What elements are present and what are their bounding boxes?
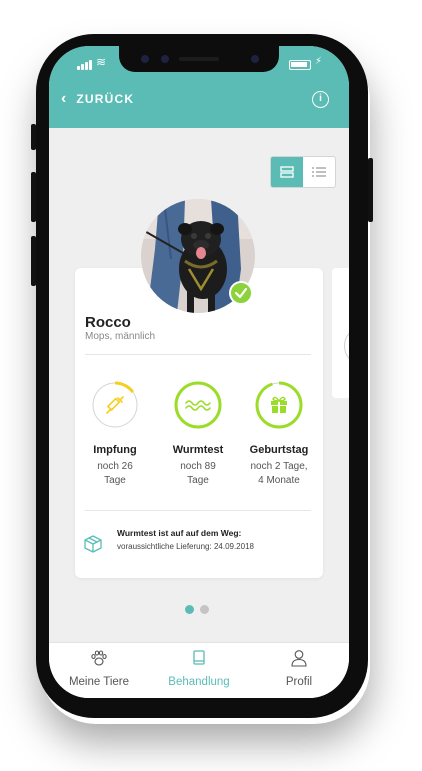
pet-name: Rocco <box>85 314 131 331</box>
stat-wurmtest[interactable]: Wurmtest noch 89 Tage <box>158 380 238 488</box>
card-divider <box>85 354 311 355</box>
pet-card[interactable]: Rocco Mops, männlich Impfung noch 26 Tag… <box>75 268 323 578</box>
tab-label: Profil <box>285 676 313 688</box>
view-toggle <box>270 156 336 188</box>
card-divider <box>85 510 311 511</box>
stat-remaining: noch 2 Tage, 4 Monate <box>250 461 308 486</box>
card-view-button[interactable] <box>271 157 303 187</box>
stat-geburtstag[interactable]: Geburtstag noch 2 Tage, 4 Monate <box>239 380 319 488</box>
notice-text: voraussichtliche Lieferung: 24.09.2018 <box>117 542 254 551</box>
stat-title: Wurmtest <box>172 444 224 456</box>
charging-icon: ⚡ <box>315 56 323 67</box>
stat-impfung[interactable]: Impfung noch 26 Tage <box>75 380 155 488</box>
stat-progress-ring <box>254 380 304 430</box>
book-icon <box>193 650 205 665</box>
volume-up-button <box>31 172 36 222</box>
mute-switch <box>31 124 36 150</box>
stat-title: Geburtstag <box>249 444 309 456</box>
chevron-left-icon: ‹ <box>61 90 67 107</box>
pagination-dots <box>185 605 209 614</box>
pet-breed: Mops, männlich <box>85 331 156 342</box>
notice-title: Wurmtest ist auf auf dem Weg: <box>117 528 242 538</box>
package-box-icon <box>84 535 102 553</box>
stat-progress-ring <box>173 380 223 430</box>
shipment-notice: Wurmtest ist auf auf dem Weg: voraussich… <box>83 526 315 566</box>
volume-down-button <box>31 236 36 286</box>
next-pet-avatar <box>344 326 349 366</box>
back-button[interactable]: ‹ ZURÜCK <box>61 90 134 108</box>
stat-title: Impfung <box>93 444 137 456</box>
power-button <box>368 158 373 222</box>
paw-icon <box>91 650 107 666</box>
back-label: ZURÜCK <box>76 92 135 106</box>
check-icon <box>229 281 253 305</box>
app-screen: ≋ ⚡ ‹ ZURÜCK i Rocco Mops, männlich Impf… <box>49 46 349 698</box>
tab-bar: Meine Tiere Behandlung Profil <box>49 642 349 698</box>
page-dot-1[interactable] <box>185 605 194 614</box>
battery-icon <box>289 60 311 70</box>
wifi-icon: ≋ <box>96 55 107 69</box>
stat-remaining: noch 89 Tage <box>180 461 216 486</box>
stat-progress-ring <box>90 380 140 430</box>
syringe-icon <box>106 396 124 414</box>
front-camera-icon <box>251 55 259 63</box>
stat-remaining: noch 26 Tage <box>97 461 133 486</box>
tab-label: Behandlung <box>168 676 230 688</box>
page-dot-2[interactable] <box>200 605 209 614</box>
sensor-icon <box>161 55 169 63</box>
phone-notch <box>119 46 279 72</box>
worm-wave-icon <box>185 400 211 411</box>
list-view-button[interactable] <box>303 157 335 187</box>
signal-icon <box>77 60 92 70</box>
list-layout-icon <box>312 167 326 177</box>
app-header: ≋ ⚡ ‹ ZURÜCK i <box>49 46 349 128</box>
info-circle-icon[interactable]: i <box>312 91 329 108</box>
speaker-grille <box>179 57 219 61</box>
tab-label: Meine Tiere <box>68 676 130 688</box>
camera-icon <box>141 55 149 63</box>
gift-icon <box>271 396 287 413</box>
tab-meine-tiere[interactable]: Meine Tiere <box>49 649 149 688</box>
tab-behandlung[interactable]: Behandlung <box>149 649 249 688</box>
tab-profil[interactable]: Profil <box>249 649 349 688</box>
card-layout-icon <box>280 166 294 178</box>
next-pet-card[interactable] <box>332 268 349 398</box>
user-icon <box>291 650 307 667</box>
